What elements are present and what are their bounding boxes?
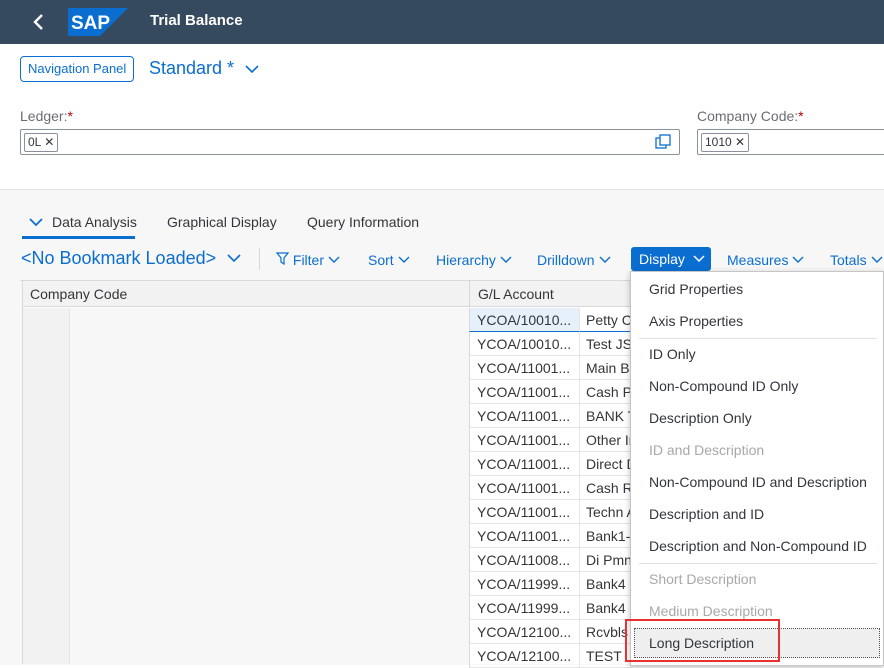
sort-button[interactable]: Sort xyxy=(368,251,410,268)
back-icon[interactable] xyxy=(28,10,50,34)
ledger-token[interactable]: 0L ✕ xyxy=(24,133,59,152)
grid-blank-area xyxy=(23,308,70,664)
gl-description-cell[interactable]: Main Ba xyxy=(580,356,633,380)
gl-account-cell[interactable]: YCOA/11001... xyxy=(469,452,580,476)
display-button[interactable]: Display xyxy=(631,247,711,271)
gl-account-cell[interactable]: YCOA/10010... xyxy=(469,332,580,356)
variant-title[interactable]: Standard * xyxy=(149,58,234,79)
value-help-icon[interactable] xyxy=(655,134,671,150)
totals-button[interactable]: Totals xyxy=(830,251,883,268)
menu-item-axis-properties[interactable]: Axis Properties xyxy=(631,305,883,337)
gl-account-cell[interactable]: YCOA/11001... xyxy=(469,428,580,452)
navigation-panel-button[interactable]: Navigation Panel xyxy=(20,56,135,82)
chevron-down-icon xyxy=(792,256,804,263)
sap-logo: SAP xyxy=(68,8,128,36)
gl-description-cell[interactable]: Bank4 I xyxy=(580,572,633,596)
menu-item-description-and-id[interactable]: Description and ID xyxy=(631,498,883,530)
chevron-down-icon xyxy=(328,256,340,263)
gl-account-cell[interactable]: YCOA/12100... xyxy=(469,620,580,644)
menu-item-id-only[interactable]: ID Only xyxy=(631,338,883,370)
chevron-down-icon[interactable] xyxy=(244,58,260,78)
svg-text:SAP: SAP xyxy=(71,13,110,34)
toolbar-separator xyxy=(259,248,260,270)
bookmark-selector[interactable]: <No Bookmark Loaded> xyxy=(21,248,241,269)
grid-blank-area xyxy=(70,308,469,664)
gl-account-cell[interactable]: YCOA/11001... xyxy=(469,404,580,428)
menu-item-description-and-non-compound-id[interactable]: Description and Non-Compound ID xyxy=(631,530,883,562)
gl-description-cell[interactable]: Di Pmn xyxy=(580,548,633,572)
filter-icon xyxy=(275,252,290,266)
menu-item-grid-properties[interactable]: Grid Properties xyxy=(631,273,883,305)
menu-item-non-compound-id-only[interactable]: Non-Compound ID Only xyxy=(631,370,883,402)
gl-description-cell[interactable]: Cash P xyxy=(580,380,633,404)
company-code-input[interactable]: 1010 ✕ xyxy=(697,129,884,155)
chevron-down-icon xyxy=(227,254,241,263)
gl-account-cell[interactable]: YCOA/11001... xyxy=(469,524,580,548)
gl-account-cell[interactable]: YCOA/11001... xyxy=(469,380,580,404)
app-title: Trial Balance xyxy=(150,12,243,29)
tab-graphical-display[interactable]: Graphical Display xyxy=(167,214,277,230)
menu-item-description-only[interactable]: Description Only xyxy=(631,402,883,434)
gl-description-cell[interactable]: Direct D xyxy=(580,452,633,476)
gl-account-cell[interactable]: YCOA/10010... xyxy=(469,308,580,332)
gl-description-cell[interactable]: Bank4 I xyxy=(580,596,633,620)
chevron-down-icon xyxy=(500,256,512,263)
menu-item-non-compound-id-and-description[interactable]: Non-Compound ID and Description xyxy=(631,466,883,498)
gl-description-cell[interactable]: BANK T xyxy=(580,404,633,428)
company-code-token[interactable]: 1010 ✕ xyxy=(701,133,750,152)
gl-account-cell[interactable]: YCOA/11999... xyxy=(469,572,580,596)
chevron-down-icon xyxy=(693,255,705,263)
measures-button[interactable]: Measures xyxy=(727,251,804,268)
gl-account-cell[interactable]: YCOA/11999... xyxy=(469,596,580,620)
collapse-chevron-icon[interactable] xyxy=(29,216,43,228)
hierarchy-button[interactable]: Hierarchy xyxy=(436,251,512,268)
shell-bar: SAP Trial Balance xyxy=(0,0,884,44)
gl-account-cell[interactable]: YCOA/11001... xyxy=(469,500,580,524)
menu-item-short-description: Short Description xyxy=(649,571,757,587)
chevron-down-icon xyxy=(398,256,410,263)
gl-description-cell[interactable]: Techn A xyxy=(580,500,633,524)
data-grid[interactable]: Company Code G/L Account YCOA/10010... Pe… xyxy=(22,281,633,668)
ledger-input[interactable]: 0L ✕ xyxy=(20,129,680,155)
gl-account-cell[interactable]: YCOA/12100... xyxy=(469,644,580,668)
gl-description-cell[interactable]: Test JS xyxy=(580,332,633,356)
gl-account-cell[interactable]: YCOA/11008... xyxy=(469,548,580,572)
display-menu: Grid Properties Axis Properties ID Only … xyxy=(630,271,884,666)
column-header-gl-account[interactable]: G/L Account xyxy=(469,281,633,307)
gl-description-cell[interactable]: Bank1- xyxy=(580,524,633,548)
company-code-label: Company Code:* xyxy=(697,108,804,124)
filter-button[interactable]: Filter xyxy=(275,251,340,268)
gl-account-cell[interactable]: YCOA/11001... xyxy=(469,476,580,500)
gl-description-cell[interactable]: Petty C xyxy=(580,308,633,332)
highlight-annotation xyxy=(625,619,780,662)
ledger-label: Ledger:* xyxy=(20,108,73,124)
chevron-down-icon xyxy=(599,256,611,263)
gl-description-cell[interactable]: Cash R xyxy=(580,476,633,500)
chevron-down-icon xyxy=(871,256,883,263)
drilldown-button[interactable]: Drilldown xyxy=(537,251,611,268)
active-tab-indicator xyxy=(22,236,135,239)
gl-description-cell[interactable]: Other In xyxy=(580,428,633,452)
tab-data-analysis[interactable]: Data Analysis xyxy=(52,214,137,230)
menu-item-id-and-description: ID and Description xyxy=(649,442,765,458)
gl-account-cell[interactable]: YCOA/11001... xyxy=(469,356,580,380)
column-header-company-code[interactable]: Company Code xyxy=(23,281,469,307)
tab-query-information[interactable]: Query Information xyxy=(307,214,419,230)
